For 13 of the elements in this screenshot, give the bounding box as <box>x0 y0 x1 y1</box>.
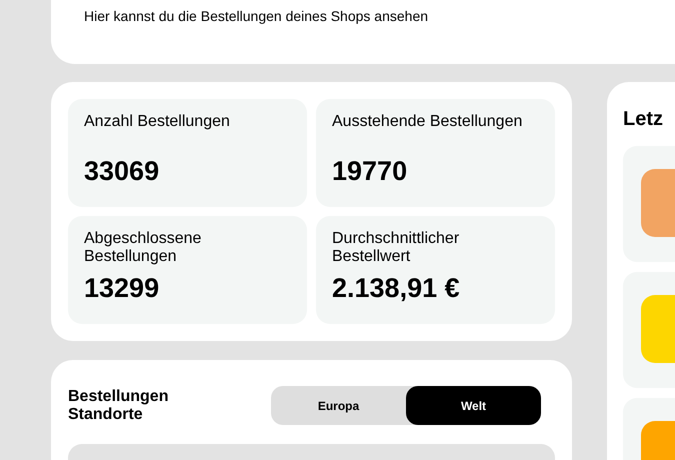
region-tab[interactable]: Welt <box>406 386 541 425</box>
stat-value: 13299 <box>84 272 160 304</box>
recent-title: Letz <box>623 107 663 132</box>
region-tab[interactable]: Europa <box>271 386 406 425</box>
stat-label: Abgeschlossene Bestellungen <box>84 230 202 266</box>
stat-value: 2.138,91 € <box>332 272 460 304</box>
stat-label: Ausstehende Bestellungen <box>332 113 524 131</box>
locations-title: Bestellungen Standorte <box>68 388 170 424</box>
stat-label: Anzahl Bestellungen <box>84 113 231 131</box>
page-subtitle: Hier kannst du die Bestellungen deines Shops ansehen <box>84 7 428 26</box>
stat-label: Durchschnittlicher Bestellwert <box>332 230 460 266</box>
stat-value: 33069 <box>84 154 160 188</box>
stat-value: 19770 <box>332 154 408 188</box>
